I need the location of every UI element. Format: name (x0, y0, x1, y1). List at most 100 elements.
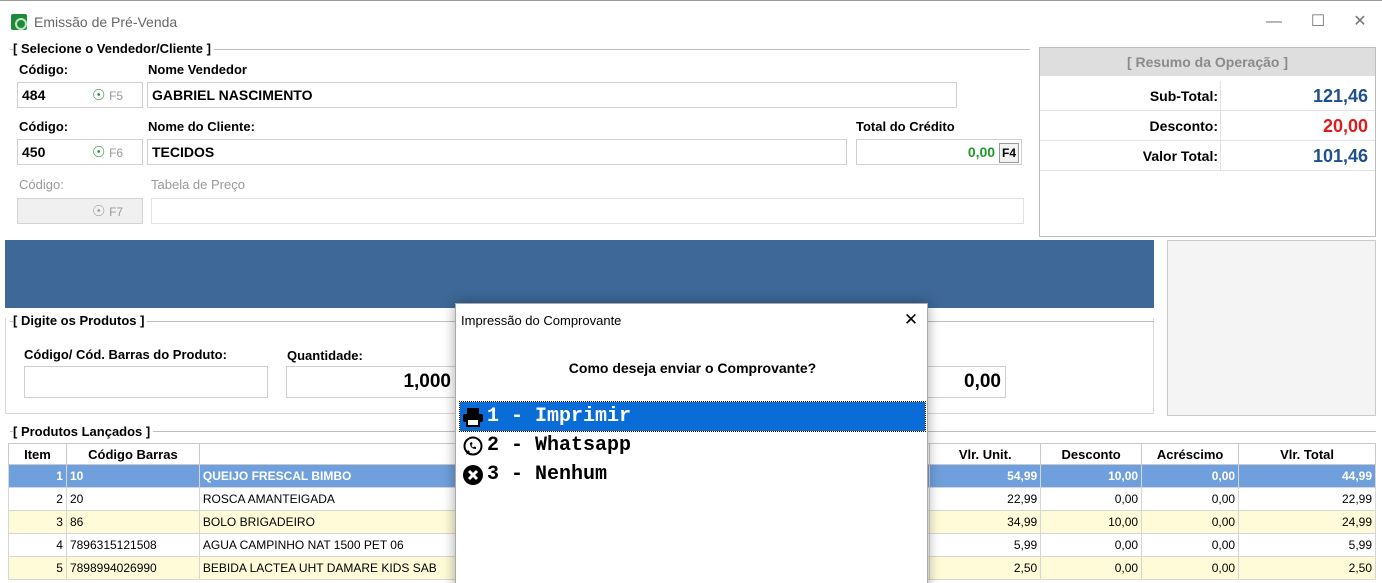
product-image-box (1167, 240, 1376, 416)
cell-unit: 54,99 (929, 464, 1042, 488)
cell-item: 4 (8, 533, 67, 557)
group-title-vendedor-cliente: [ Selecione o Vendedor/Cliente ] (13, 41, 214, 56)
subtotal-label: Sub-Total: (1149, 88, 1218, 104)
cell-total: 44,99 (1238, 464, 1376, 488)
printer-icon (461, 405, 485, 429)
tabela-key: F7 (109, 205, 124, 219)
cell-barras: 7898994026990 (65, 556, 200, 580)
col-codigo-barras[interactable]: Código Barras (65, 443, 200, 465)
close-button[interactable]: ✕ (1338, 9, 1382, 35)
option-label: 1 - Imprimir (487, 405, 632, 428)
resumo-header: [ Resumo da Operação ] (1040, 48, 1375, 76)
minimize-button[interactable]: — (1252, 9, 1296, 35)
cell-acrescimo: 0,00 (1141, 464, 1240, 488)
quantidade-input[interactable]: 1,000 (286, 366, 456, 398)
valor-total-value: 101,46 (1312, 146, 1368, 166)
cell-barras: 20 (65, 487, 200, 511)
app-icon (11, 14, 27, 30)
cell-acrescimo: 0,00 (1141, 510, 1240, 534)
cell-desconto: 10,00 (1040, 510, 1143, 534)
total-item-value: 0,00 (964, 371, 1001, 392)
tabela-codigo-label: Código: (19, 177, 64, 192)
cell-desconto: 0,00 (1040, 487, 1143, 511)
dialog-question: Como deseja enviar o Comprovante? (568, 360, 817, 376)
vendedor-codigo-label: Código: (19, 62, 69, 77)
user-search-icon: ☉ (92, 144, 106, 161)
resumo-separator (1220, 141, 1221, 171)
tabela-field (151, 198, 1024, 224)
cancel-icon (461, 463, 485, 487)
codigo-barras-label: Código/ Cód. Barras do Produto: (24, 347, 227, 362)
cell-desconto: 0,00 (1040, 533, 1143, 557)
credito-f4-button[interactable]: F4 (998, 143, 1019, 163)
cell-unit: 2,50 (929, 556, 1042, 580)
option-imprimir[interactable]: 1 - Imprimir (459, 401, 926, 432)
cell-unit: 22,99 (929, 487, 1042, 511)
cell-acrescimo: 0,00 (1141, 533, 1240, 557)
group-title-lancados: [ Produtos Lançados ] (13, 424, 154, 439)
vendedor-nome-field[interactable]: GABRIEL NASCIMENTO (147, 82, 957, 108)
resumo-separator (1220, 81, 1221, 111)
option-label: 3 - Nenhum (487, 463, 608, 486)
cell-total: 24,99 (1238, 510, 1376, 534)
valor-total-label: Valor Total: (1142, 148, 1218, 164)
option-nenhum[interactable]: 3 - Nenhum (460, 460, 925, 489)
product-display-band (5, 240, 1154, 308)
cell-item: 3 (8, 510, 67, 534)
cell-unit: 5,99 (929, 533, 1042, 557)
cliente-codigo-field[interactable]: 450 (17, 139, 143, 165)
resumo-panel: [ Resumo da Operação ] Sub-Total: 121,46… (1039, 47, 1376, 237)
cell-total: 5,99 (1238, 533, 1376, 557)
cell-acrescimo: 0,00 (1141, 556, 1240, 580)
cell-total: 2,50 (1238, 556, 1376, 580)
credito-field: 0,00 F4 (856, 139, 1022, 165)
resumo-separator (1220, 111, 1221, 141)
cliente-codigo-label: Código: (19, 119, 69, 134)
resumo-row-total: Valor Total: 101,46 (1040, 141, 1375, 171)
options-list[interactable]: 1 - Imprimir 2 - Whatsapp 3 - Nenhum (459, 401, 926, 489)
desconto-label: Desconto: (1149, 118, 1218, 134)
option-whatsapp[interactable]: 2 - Whatsapp (460, 431, 925, 460)
dialog-close-button[interactable]: ✕ (896, 306, 926, 334)
cell-total: 22,99 (1238, 487, 1376, 511)
cell-barras: 7896315121508 (65, 533, 200, 557)
credito-value: 0,00 (967, 144, 996, 160)
col-vlr-unit[interactable]: Vlr. Unit. (929, 443, 1042, 465)
credito-label: Total do Crédito (856, 119, 955, 134)
desconto-value: 20,00 (1322, 116, 1368, 136)
vendedor-key: F5 (109, 89, 124, 103)
codigo-barras-input[interactable] (24, 366, 268, 398)
col-desconto[interactable]: Desconto (1040, 443, 1143, 465)
cell-desconto: 0,00 (1040, 556, 1143, 580)
cell-acrescimo: 0,00 (1141, 487, 1240, 511)
col-item[interactable]: Item (8, 443, 67, 465)
user-search-icon: ☉ (92, 87, 106, 104)
col-vlr-total[interactable]: Vlr. Total (1238, 443, 1376, 465)
resumo-row-desconto: Desconto: 20,00 (1040, 111, 1375, 141)
cliente-nome-value: TECIDOS (152, 144, 215, 160)
vendedor-codigo-field[interactable]: 484 (17, 82, 143, 108)
cell-unit: 34,99 (929, 510, 1042, 534)
user-search-icon: ☉ (92, 203, 106, 220)
subtotal-value: 121,46 (1312, 86, 1368, 106)
vendedor-nome-label: Nome Vendedor (148, 62, 247, 77)
cell-item: 5 (8, 556, 67, 580)
window-title: Emissão de Pré-Venda (34, 14, 178, 30)
cliente-key: F6 (109, 146, 124, 160)
cliente-nome-label: Nome do Cliente: (148, 119, 255, 134)
vendedor-codigo-value: 484 (22, 87, 46, 103)
cell-item: 2 (8, 487, 67, 511)
cliente-nome-field[interactable]: TECIDOS (147, 139, 847, 165)
cliente-search-button[interactable]: ☉ F6 (92, 143, 123, 161)
quantidade-value: 1,000 (403, 371, 451, 392)
vendedor-nome-value: GABRIEL NASCIMENTO (152, 87, 313, 103)
cell-barras: 10 (65, 464, 200, 488)
maximize-button[interactable]: ☐ (1296, 9, 1340, 35)
group-title-produtos: [ Digite os Produtos ] (13, 313, 148, 328)
vendedor-search-button[interactable]: ☉ F5 (92, 86, 123, 104)
option-label: 2 - Whatsapp (487, 434, 632, 457)
tabela-codigo-field (17, 198, 143, 224)
cell-barras: 86 (65, 510, 200, 534)
col-acrescimo[interactable]: Acréscimo (1141, 443, 1240, 465)
tabela-label: Tabela de Preço (151, 177, 245, 192)
